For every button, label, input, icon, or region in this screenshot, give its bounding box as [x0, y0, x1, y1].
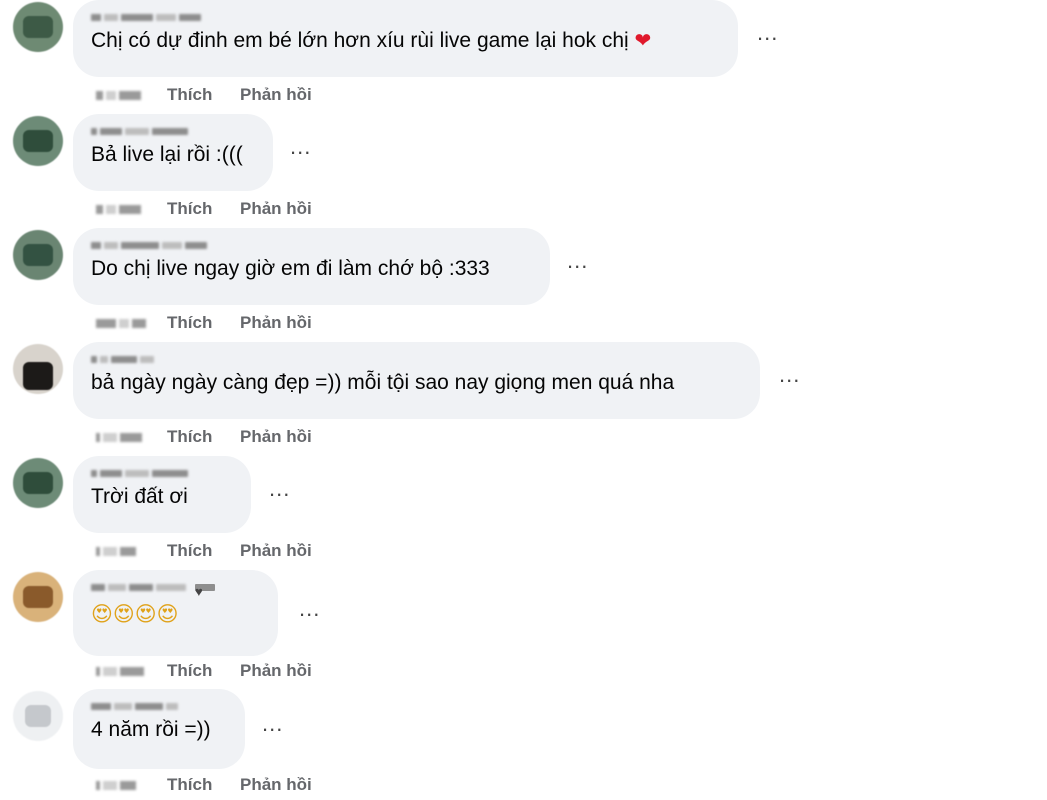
heart-badge-icon: ♥	[195, 583, 215, 599]
reply-button[interactable]: Phản hồi	[240, 199, 312, 219]
like-button[interactable]: Thích	[167, 775, 212, 795]
comment-text: Bả live lại rồi :(((	[91, 143, 243, 166]
comment-actions: Thích Phản hồi	[96, 540, 312, 562]
timestamp-blurred[interactable]	[96, 664, 148, 678]
comment-actions: Thích Phản hồi	[96, 198, 312, 220]
like-button[interactable]: Thích	[167, 199, 212, 219]
comment-actions: Thích Phản hồi	[96, 84, 312, 106]
comment-actions: Thích Phản hồi	[96, 660, 312, 682]
comment-bubble: ♥ 😍😍😍😍	[73, 570, 278, 656]
timestamp-blurred[interactable]	[96, 202, 148, 216]
timestamp-blurred[interactable]	[96, 430, 148, 444]
timestamp-blurred[interactable]	[96, 544, 148, 558]
avatar[interactable]	[13, 116, 63, 166]
comment-text: 😍😍😍😍	[91, 603, 179, 626]
more-options-button[interactable]: ...	[757, 22, 778, 44]
more-options-button[interactable]: ...	[262, 713, 283, 735]
like-button[interactable]: Thích	[167, 661, 212, 681]
comment-text: Trời đất ơi	[91, 485, 188, 508]
comment-bubble: 4 năm rồi =))	[73, 689, 245, 769]
comment-text: Do chị live ngay giờ em đi làm chớ bộ :3…	[91, 257, 490, 280]
author-name-blurred[interactable]	[91, 464, 233, 482]
more-options-button[interactable]: ...	[567, 250, 588, 272]
avatar[interactable]	[13, 691, 63, 741]
like-button[interactable]: Thích	[167, 313, 212, 333]
like-button[interactable]: Thích	[167, 541, 212, 561]
author-name-blurred[interactable]	[91, 697, 227, 715]
comment-text: 4 năm rồi =))	[91, 718, 211, 741]
avatar[interactable]	[13, 230, 63, 280]
author-name-blurred[interactable]	[91, 122, 255, 140]
like-button[interactable]: Thích	[167, 427, 212, 447]
comment-bubble: Trời đất ơi	[73, 456, 251, 533]
reply-button[interactable]: Phản hồi	[240, 85, 312, 105]
comment-text: Chị có dự đinh em bé lớn hơn xíu rùi liv…	[91, 29, 652, 52]
like-button[interactable]: Thích	[167, 85, 212, 105]
avatar[interactable]	[13, 344, 63, 394]
author-name-blurred[interactable]	[91, 8, 720, 26]
comment-bubble: Chị có dự đinh em bé lớn hơn xíu rùi liv…	[73, 0, 738, 77]
reply-button[interactable]: Phản hồi	[240, 541, 312, 561]
comment-text: bả ngày ngày càng đẹp =)) mỗi tội sao na…	[91, 371, 675, 394]
avatar[interactable]	[13, 2, 63, 52]
timestamp-blurred[interactable]	[96, 778, 148, 792]
red-heart-icon: ❤	[634, 30, 652, 52]
avatar[interactable]	[13, 458, 63, 508]
comment-actions: Thích Phản hồi	[96, 774, 312, 796]
more-options-button[interactable]: ...	[299, 598, 320, 620]
reply-button[interactable]: Phản hồi	[240, 313, 312, 333]
comment-bubble: bả ngày ngày càng đẹp =)) mỗi tội sao na…	[73, 342, 760, 419]
author-name-blurred[interactable]	[91, 350, 742, 368]
reply-button[interactable]: Phản hồi	[240, 661, 312, 681]
comment-bubble: Bả live lại rồi :(((	[73, 114, 273, 191]
reply-button[interactable]: Phản hồi	[240, 427, 312, 447]
comment-actions: Thích Phản hồi	[96, 312, 312, 334]
more-options-button[interactable]: ...	[779, 364, 800, 386]
timestamp-blurred[interactable]	[96, 316, 148, 330]
more-options-button[interactable]: ...	[290, 136, 311, 158]
author-name-blurred[interactable]	[91, 236, 532, 254]
more-options-button[interactable]: ...	[269, 478, 290, 500]
reply-button[interactable]: Phản hồi	[240, 775, 312, 795]
avatar[interactable]	[13, 572, 63, 622]
timestamp-blurred[interactable]	[96, 88, 148, 102]
author-name-blurred[interactable]: ♥	[91, 578, 260, 599]
comment-bubble: Do chị live ngay giờ em đi làm chớ bộ :3…	[73, 228, 550, 305]
comment-actions: Thích Phản hồi	[96, 426, 312, 448]
